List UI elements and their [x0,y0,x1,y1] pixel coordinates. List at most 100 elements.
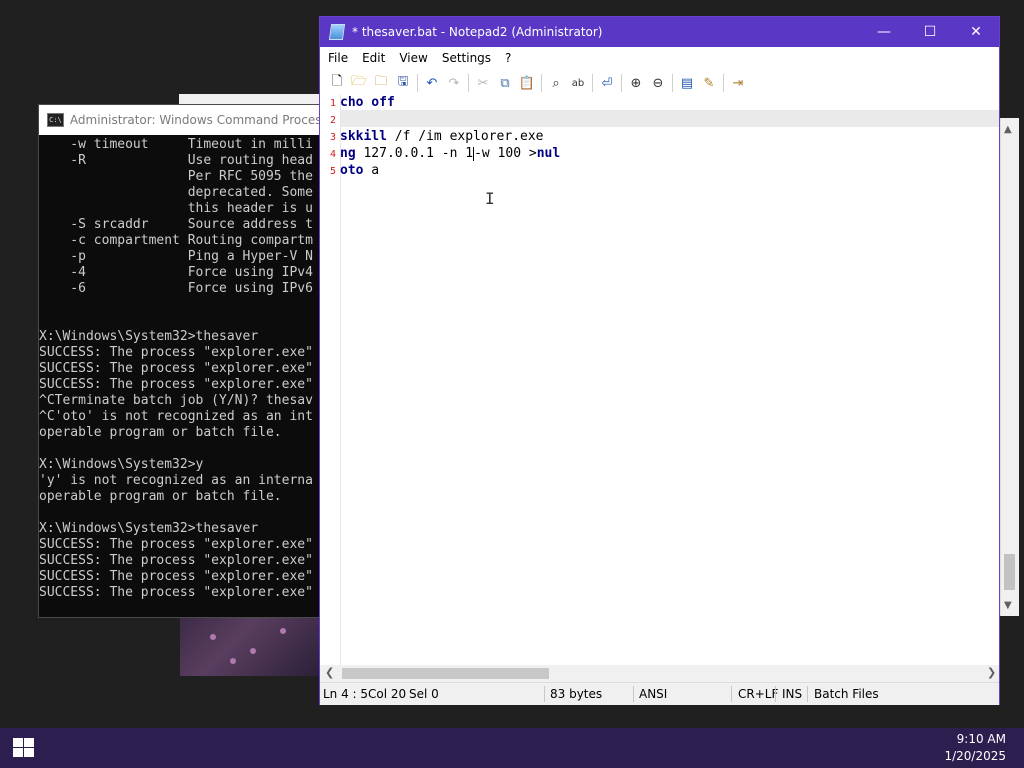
minimize-button[interactable]: — [861,17,907,47]
toolbar-separator [621,74,622,92]
code-line-5: oto a [340,162,379,179]
scroll-thumb[interactable] [1004,554,1015,590]
cut-icon[interactable]: ✂ [472,72,494,94]
code-line-3: skkill /f /im explorer.exe [340,128,544,145]
line-number: 1 [330,98,337,109]
cmd-window[interactable]: C:\ Administrator: Windows Command Proce… [38,104,330,618]
open-file-icon[interactable]: 🗁 [348,72,370,94]
console-line: -6 Force using IPv6 [39,281,313,296]
status-line-endings[interactable]: CR+LF [738,687,778,701]
code-text: oto a [340,163,380,178]
line-number: 5 [330,166,337,177]
cmd-title: Administrator: Windows Command Processor… [69,113,329,127]
menu-file[interactable]: File [320,51,355,65]
console-line: -S srcaddr Source address t [39,217,313,232]
status-file-size: 83 bytes [550,687,603,701]
status-line-position: Ln 4 : 5 [323,687,369,701]
current-line-highlight [341,110,999,127]
toolbar-separator [417,74,418,92]
exit-icon[interactable]: ⇥ [727,72,749,94]
status-syntax-scheme[interactable]: Batch Files [814,687,879,701]
line-number: 2 [330,115,337,126]
console-line: SUCCESS: The process "explorer.exe" [39,553,313,568]
line-number: 4 [330,149,337,160]
maximize-button[interactable]: ☐ [907,17,953,47]
console-line: Per RFC 5095 the [39,169,313,184]
status-insert-mode[interactable]: INS [782,687,802,701]
scroll-left-arrow-icon[interactable]: ❮ [325,666,334,679]
console-line: operable program or batch file. [39,425,282,440]
console-line: operable program or batch file. [39,489,282,504]
toolbar: 🗋 🗁 🗀 🖫 ↶ ↷ ✂ ⧉ 📋 ⌕ ab ⏎ ⊕ ⊖ ▤ ✎ ⇥ [320,69,999,98]
scheme-icon[interactable]: ▤ [676,72,698,94]
console-line: X:\Windows\System32>y [39,457,204,472]
background-window-scrollbar[interactable]: ▲ ▼ [1000,118,1019,616]
horizontal-scrollbar[interactable]: ❮ ❯ [320,665,999,682]
console-line: -R Use routing head [39,153,313,168]
zoom-in-icon[interactable]: ⊕ [625,72,647,94]
toolbar-separator [723,74,724,92]
toolbar-separator [592,74,593,92]
paste-icon[interactable]: 📋 [516,72,538,94]
windows-start-icon[interactable] [13,738,35,758]
taskbar: 9:10 AM 1/20/2025 [0,728,1024,768]
scroll-down-arrow-icon[interactable]: ▼ [1004,600,1012,611]
line-number-gutter: 1 2 3 4 5 [320,95,341,665]
browse-icon[interactable]: 🗀 [370,72,392,94]
zoom-out-icon[interactable]: ⊖ [647,72,669,94]
clock-time: 9:10 AM [956,732,1006,746]
text-editor[interactable]: 1 2 3 4 5 cho off skkill /f /im explorer… [320,95,999,665]
notepad-titlebar[interactable]: * thesaver.bat - Notepad2 (Administrator… [320,17,999,47]
code-text: ng 127.0.0.1 -n 1-w 100 >nul [340,146,561,161]
new-file-icon[interactable]: 🗋 [326,72,348,94]
console-line: ^C'oto' is not recognized as an int [39,409,313,424]
mouse-ibeam-cursor-icon: I [485,189,495,208]
word-wrap-icon[interactable]: ⏎ [596,72,618,94]
replace-icon[interactable]: ab [567,72,589,94]
scroll-right-arrow-icon[interactable]: ❯ [987,666,996,679]
toolbar-separator [468,74,469,92]
line-number: 3 [330,132,337,143]
scroll-up-arrow-icon[interactable]: ▲ [1004,124,1012,135]
status-encoding[interactable]: ANSI [639,687,667,701]
console-line: -w timeout Timeout in milli [39,137,313,152]
status-separator [807,686,808,702]
code-keyword: cho off [340,95,395,110]
code-line-4: ng 127.0.0.1 -n 1-w 100 >nul [340,145,560,162]
console-line: this header is u [39,201,313,216]
undo-icon[interactable]: ↶ [421,72,443,94]
console-line: SUCCESS: The process "explorer.exe" [39,345,313,360]
console-line: ^CTerminate batch job (Y/N)? thesav [39,393,313,408]
console-line: SUCCESS: The process "explorer.exe" [39,361,313,376]
menu-edit[interactable]: Edit [355,51,392,65]
customize-icon[interactable]: ✎ [698,72,720,94]
menu-settings[interactable]: Settings [435,51,498,65]
cmd-app-icon: C:\ [47,113,64,127]
notepad2-window[interactable]: * thesaver.bat - Notepad2 (Administrator… [319,16,1000,705]
menu-view[interactable]: View [392,51,434,65]
cmd-console-output[interactable]: -w timeout Timeout in milli -R Use routi… [39,137,320,617]
find-icon[interactable]: ⌕ [545,72,567,94]
toolbar-separator [541,74,542,92]
console-line: X:\Windows\System32>thesaver [39,329,259,344]
notepad-app-icon [328,24,346,40]
console-line: -4 Force using IPv4 [39,265,313,280]
status-selection: Sel 0 [409,687,439,701]
close-button[interactable]: ✕ [953,17,999,47]
cmd-titlebar[interactable]: C:\ Administrator: Windows Command Proce… [39,105,329,135]
system-clock[interactable]: 9:10 AM 1/20/2025 [944,731,1006,765]
status-separator [633,686,634,702]
console-line: SUCCESS: The process "explorer.exe" [39,585,313,600]
redo-icon[interactable]: ↷ [443,72,465,94]
horizontal-scroll-thumb[interactable] [342,668,549,679]
copy-icon[interactable]: ⧉ [494,72,516,94]
status-separator [544,686,545,702]
save-icon[interactable]: 🖫 [392,72,414,94]
console-line: 'y' is not recognized as an interna [39,473,313,488]
menu-help[interactable]: ? [498,51,518,65]
text-caret [473,146,475,161]
console-line: SUCCESS: The process "explorer.exe" [39,377,313,392]
